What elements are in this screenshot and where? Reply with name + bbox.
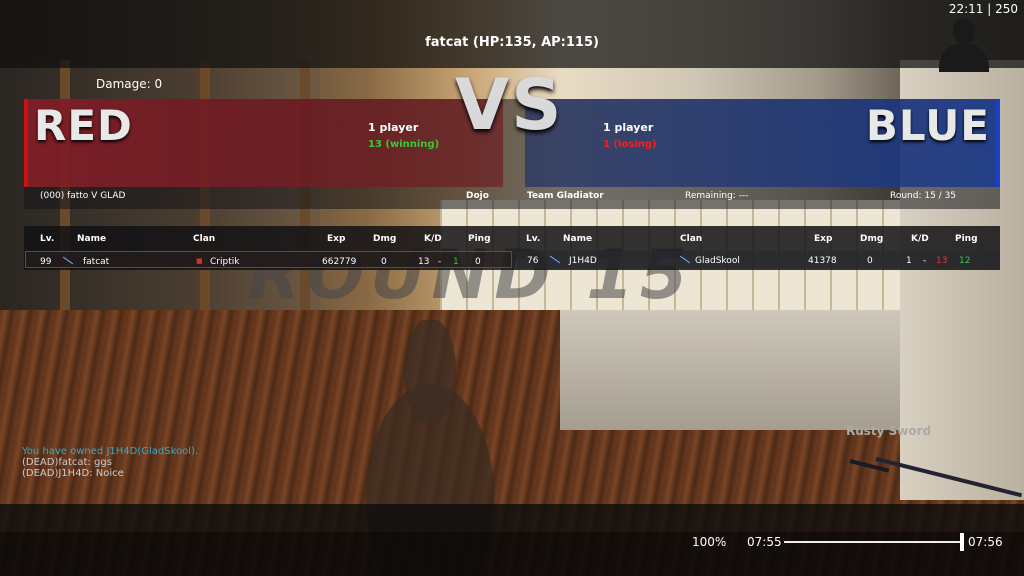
- zoom-level[interactable]: 100%: [692, 535, 726, 549]
- blue-team-band: 1 player 1 (losing) BLUE: [525, 99, 1000, 187]
- header-kd: K/D: [911, 234, 929, 244]
- player-exp: 662779: [322, 257, 357, 267]
- header-clan: Clan: [680, 234, 703, 244]
- player-exp: 41378: [808, 256, 837, 266]
- damage-counter: Damage: 0: [96, 77, 163, 91]
- time-remaining: Remaining: ---: [685, 191, 749, 201]
- player-level: 76: [527, 256, 539, 266]
- player-silhouette-icon: [934, 16, 992, 74]
- sword-blade: [875, 457, 1023, 498]
- red-team-band: RED 1 player 13 (winning): [24, 99, 503, 187]
- sword-weapon-icon: [849, 453, 1023, 498]
- header-ping: Ping: [955, 234, 978, 244]
- top-bar: [0, 0, 1024, 68]
- player-dmg: 0: [867, 256, 873, 266]
- match-name: (000) fatto V GLAD: [40, 191, 126, 201]
- sword-rank-icon: [549, 254, 561, 264]
- avatar-body: [939, 44, 989, 72]
- player-ping: 0: [475, 257, 481, 267]
- chat-log: You have owned J1H4D(GladSkool). (DEAD)f…: [22, 446, 198, 479]
- red-player-row[interactable]: 99 fatcat ■ Criptik 662779 0 13 - 1 0: [25, 251, 512, 268]
- chat-line: (DEAD)fatcat: ggs: [22, 457, 112, 468]
- header-exp: Exp: [327, 234, 346, 244]
- player-stats-table: Lv. Name Clan Exp Dmg K/D Ping Lv. Name …: [24, 226, 1000, 270]
- kd-separator: -: [438, 257, 442, 267]
- chat-line: You have owned J1H4D(GladSkool).: [22, 446, 199, 457]
- player-dmg: 0: [381, 257, 387, 267]
- header-dmg: Dmg: [860, 234, 884, 244]
- player-name: J1H4D: [569, 256, 597, 266]
- red-team-status: 13 (winning): [368, 139, 440, 150]
- map-name: Dojo: [466, 191, 489, 201]
- player-clan: GladSkool: [695, 256, 740, 266]
- red-player-count: 1 player: [368, 121, 419, 134]
- blue-player-count: 1 player: [603, 121, 654, 134]
- chat-line: (DEAD)J1H4D: Noice: [22, 468, 124, 479]
- player-status-title: fatcat (HP:135, AP:115): [425, 35, 599, 50]
- player-kills: 13: [418, 257, 430, 267]
- header-clan: Clan: [193, 234, 216, 244]
- header-level: Lv.: [526, 234, 541, 244]
- current-time: 07:55: [747, 535, 782, 549]
- blue-team-status: 1 (losing): [603, 139, 657, 150]
- header-name: Name: [77, 234, 107, 244]
- player-deaths: 1: [453, 257, 459, 267]
- criptik-clan-icon: ■: [196, 257, 203, 265]
- header-level: Lv.: [40, 234, 55, 244]
- avatar-head: [953, 18, 975, 44]
- end-time: 07:56: [968, 535, 1003, 549]
- header-dmg: Dmg: [373, 234, 397, 244]
- header-exp: Exp: [814, 234, 833, 244]
- header-ping: Ping: [468, 234, 491, 244]
- kd-separator: -: [923, 256, 927, 266]
- player-clan: Criptik: [210, 257, 240, 267]
- player-deaths: 13: [936, 256, 948, 266]
- player-name: fatcat: [83, 257, 110, 267]
- header-name: Name: [563, 234, 593, 244]
- playback-seek-bar[interactable]: [784, 533, 965, 551]
- blue-team-name: BLUE: [865, 101, 990, 150]
- playback-strip: [0, 532, 1024, 576]
- game-mode: Team Gladiator: [527, 191, 604, 201]
- player-kills: 1: [906, 256, 912, 266]
- blue-player-row[interactable]: 76 J1H4D GladSkool 41378 0 1 - 13 12: [517, 251, 999, 268]
- weapon-name: Rusty Sword: [846, 424, 932, 438]
- player-level: 99: [40, 257, 52, 267]
- red-team-name: RED: [34, 101, 133, 150]
- sword-rank-icon: [62, 255, 74, 265]
- round-counter: Round: 15 / 35: [890, 191, 957, 201]
- seek-handle[interactable]: [960, 533, 965, 551]
- clock-readout: 22:11 | 250: [948, 2, 1018, 16]
- gladskool-clan-icon: [679, 254, 691, 264]
- versus-label: VS: [455, 64, 564, 146]
- header-kd: K/D: [424, 234, 442, 244]
- player-ping: 12: [959, 256, 971, 266]
